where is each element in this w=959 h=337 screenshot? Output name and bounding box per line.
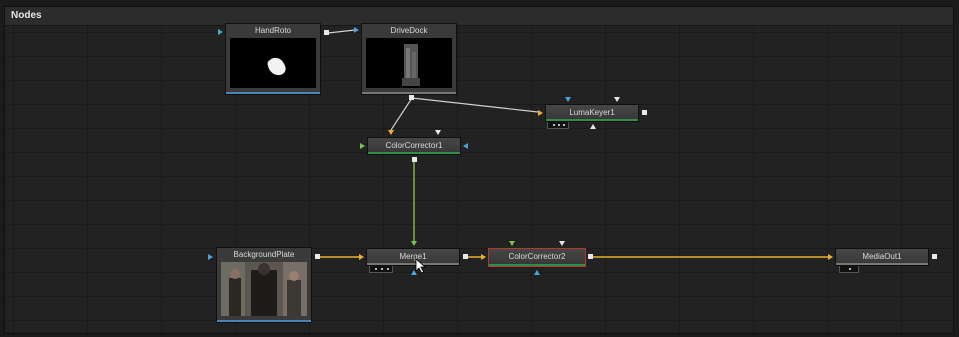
input-arrow-icon[interactable] <box>828 254 833 260</box>
node-status-bar <box>489 264 585 266</box>
node-backgroundplate[interactable]: BackgroundPlate <box>216 247 312 323</box>
effect-mask-input-icon[interactable] <box>534 270 540 275</box>
node-mediaout[interactable]: MediaOut1 <box>835 248 929 266</box>
input-arrow-icon[interactable] <box>481 254 486 260</box>
output-marker-icon <box>590 124 596 129</box>
effect-mask-input-icon[interactable] <box>565 97 571 102</box>
node-thumbnail <box>221 262 307 316</box>
dock-image <box>402 44 420 86</box>
node-status-bar <box>368 152 460 154</box>
output-port[interactable] <box>315 254 320 259</box>
background-input-icon[interactable] <box>359 254 364 260</box>
input-arrow-icon[interactable] <box>538 110 543 116</box>
node-thumbnail <box>230 38 316 88</box>
output-port[interactable] <box>642 110 647 115</box>
node-drivedock[interactable]: DriveDock <box>361 23 457 95</box>
node-thumbnail <box>366 38 452 88</box>
foreground-input-icon[interactable] <box>411 241 417 246</box>
output-port[interactable] <box>463 254 468 259</box>
output-port[interactable] <box>932 254 937 259</box>
output-port[interactable] <box>324 30 329 35</box>
node-label: HandRoto <box>254 26 292 35</box>
node-tab[interactable] <box>839 266 859 273</box>
effect-input-icon[interactable] <box>360 143 365 149</box>
mask-input-icon[interactable] <box>559 241 565 246</box>
panel-title: Nodes <box>11 10 42 21</box>
output-port[interactable] <box>409 95 414 100</box>
node-colorcorrector1[interactable]: ColorCorrector1 <box>367 137 461 155</box>
node-tab[interactable] <box>369 266 393 273</box>
output-port[interactable] <box>588 254 593 259</box>
input-arrow-icon[interactable] <box>388 130 394 135</box>
node-tab[interactable] <box>547 122 569 129</box>
input-arrow-icon[interactable] <box>218 29 223 35</box>
nodes-panel-header: Nodes <box>5 7 953 26</box>
background-plate-image <box>221 262 307 316</box>
node-label: ColorCorrector2 <box>508 252 566 261</box>
roto-mask-shape <box>267 57 286 76</box>
nodes-panel: Nodes <box>4 6 954 334</box>
node-canvas[interactable] <box>5 26 953 333</box>
node-merge[interactable]: Merge1 <box>366 248 460 266</box>
mask-input-icon[interactable] <box>435 130 441 135</box>
node-status-bar <box>362 92 456 94</box>
node-status-bar <box>546 119 638 121</box>
node-label: BackgroundPlate <box>233 250 295 259</box>
node-label: DriveDock <box>390 26 428 35</box>
node-status-bar <box>367 263 459 265</box>
input-arrow-icon[interactable] <box>354 27 359 33</box>
node-handroto[interactable]: HandRoto <box>225 23 321 95</box>
node-colorcorrector2[interactable]: ColorCorrector2 <box>488 248 586 267</box>
node-status-bar <box>217 320 311 322</box>
mask-input-icon[interactable] <box>614 97 620 102</box>
input-arrow-icon[interactable] <box>208 254 213 260</box>
node-lumakeyer[interactable]: LumaKeyer1 <box>545 104 639 122</box>
input-arrow-icon[interactable] <box>463 143 468 149</box>
node-status-bar <box>836 263 928 265</box>
node-status-bar <box>226 92 320 94</box>
output-port[interactable] <box>412 157 417 162</box>
effect-input-icon[interactable] <box>509 241 515 246</box>
